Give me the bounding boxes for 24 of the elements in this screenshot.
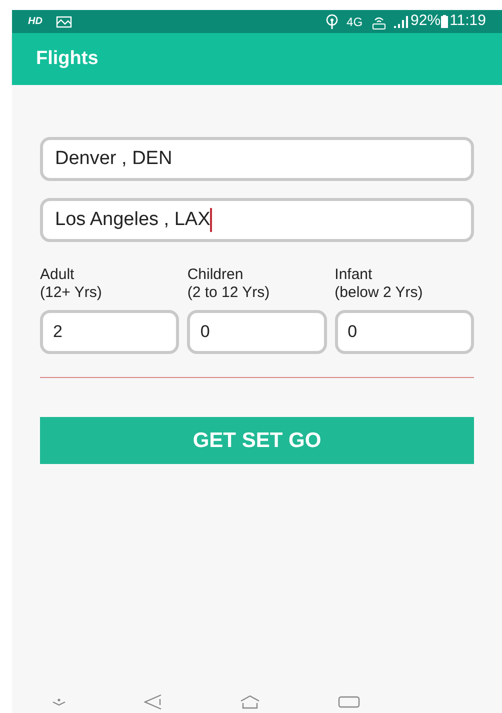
age-range-label: (12+ Yrs) [40, 284, 103, 302]
network-label: 4G [346, 14, 363, 30]
input-field[interactable]: Denver , DEN [40, 137, 474, 181]
hotspot-icon [324, 14, 339, 30]
age-range-label: (2 to 12 Yrs) [187, 284, 271, 302]
chevron-icon[interactable] [52, 698, 66, 706]
count-field[interactable]: 0 [334, 310, 474, 354]
count-field[interactable]: 2 [40, 310, 180, 354]
hd-label: HD [28, 15, 42, 29]
age-range-label: (below 2 Yrs) [334, 284, 424, 302]
passenger-label: Infant [334, 266, 374, 284]
home-icon[interactable] [240, 694, 260, 708]
recents-icon[interactable] [338, 696, 360, 708]
passenger-label: Adult [40, 266, 76, 284]
app-title: Flights [36, 46, 98, 71]
back-icon[interactable] [144, 694, 162, 710]
count-field[interactable]: 0 [187, 310, 327, 354]
clock: 11:19 [450, 11, 486, 32]
input-field[interactable]: Los Angeles , LAX [40, 198, 474, 242]
battery-icon [440, 15, 448, 28]
passenger-label: Children [187, 266, 244, 284]
battery-percent: 92% [410, 11, 441, 32]
signal-icon [392, 16, 409, 28]
image-icon [56, 16, 72, 28]
